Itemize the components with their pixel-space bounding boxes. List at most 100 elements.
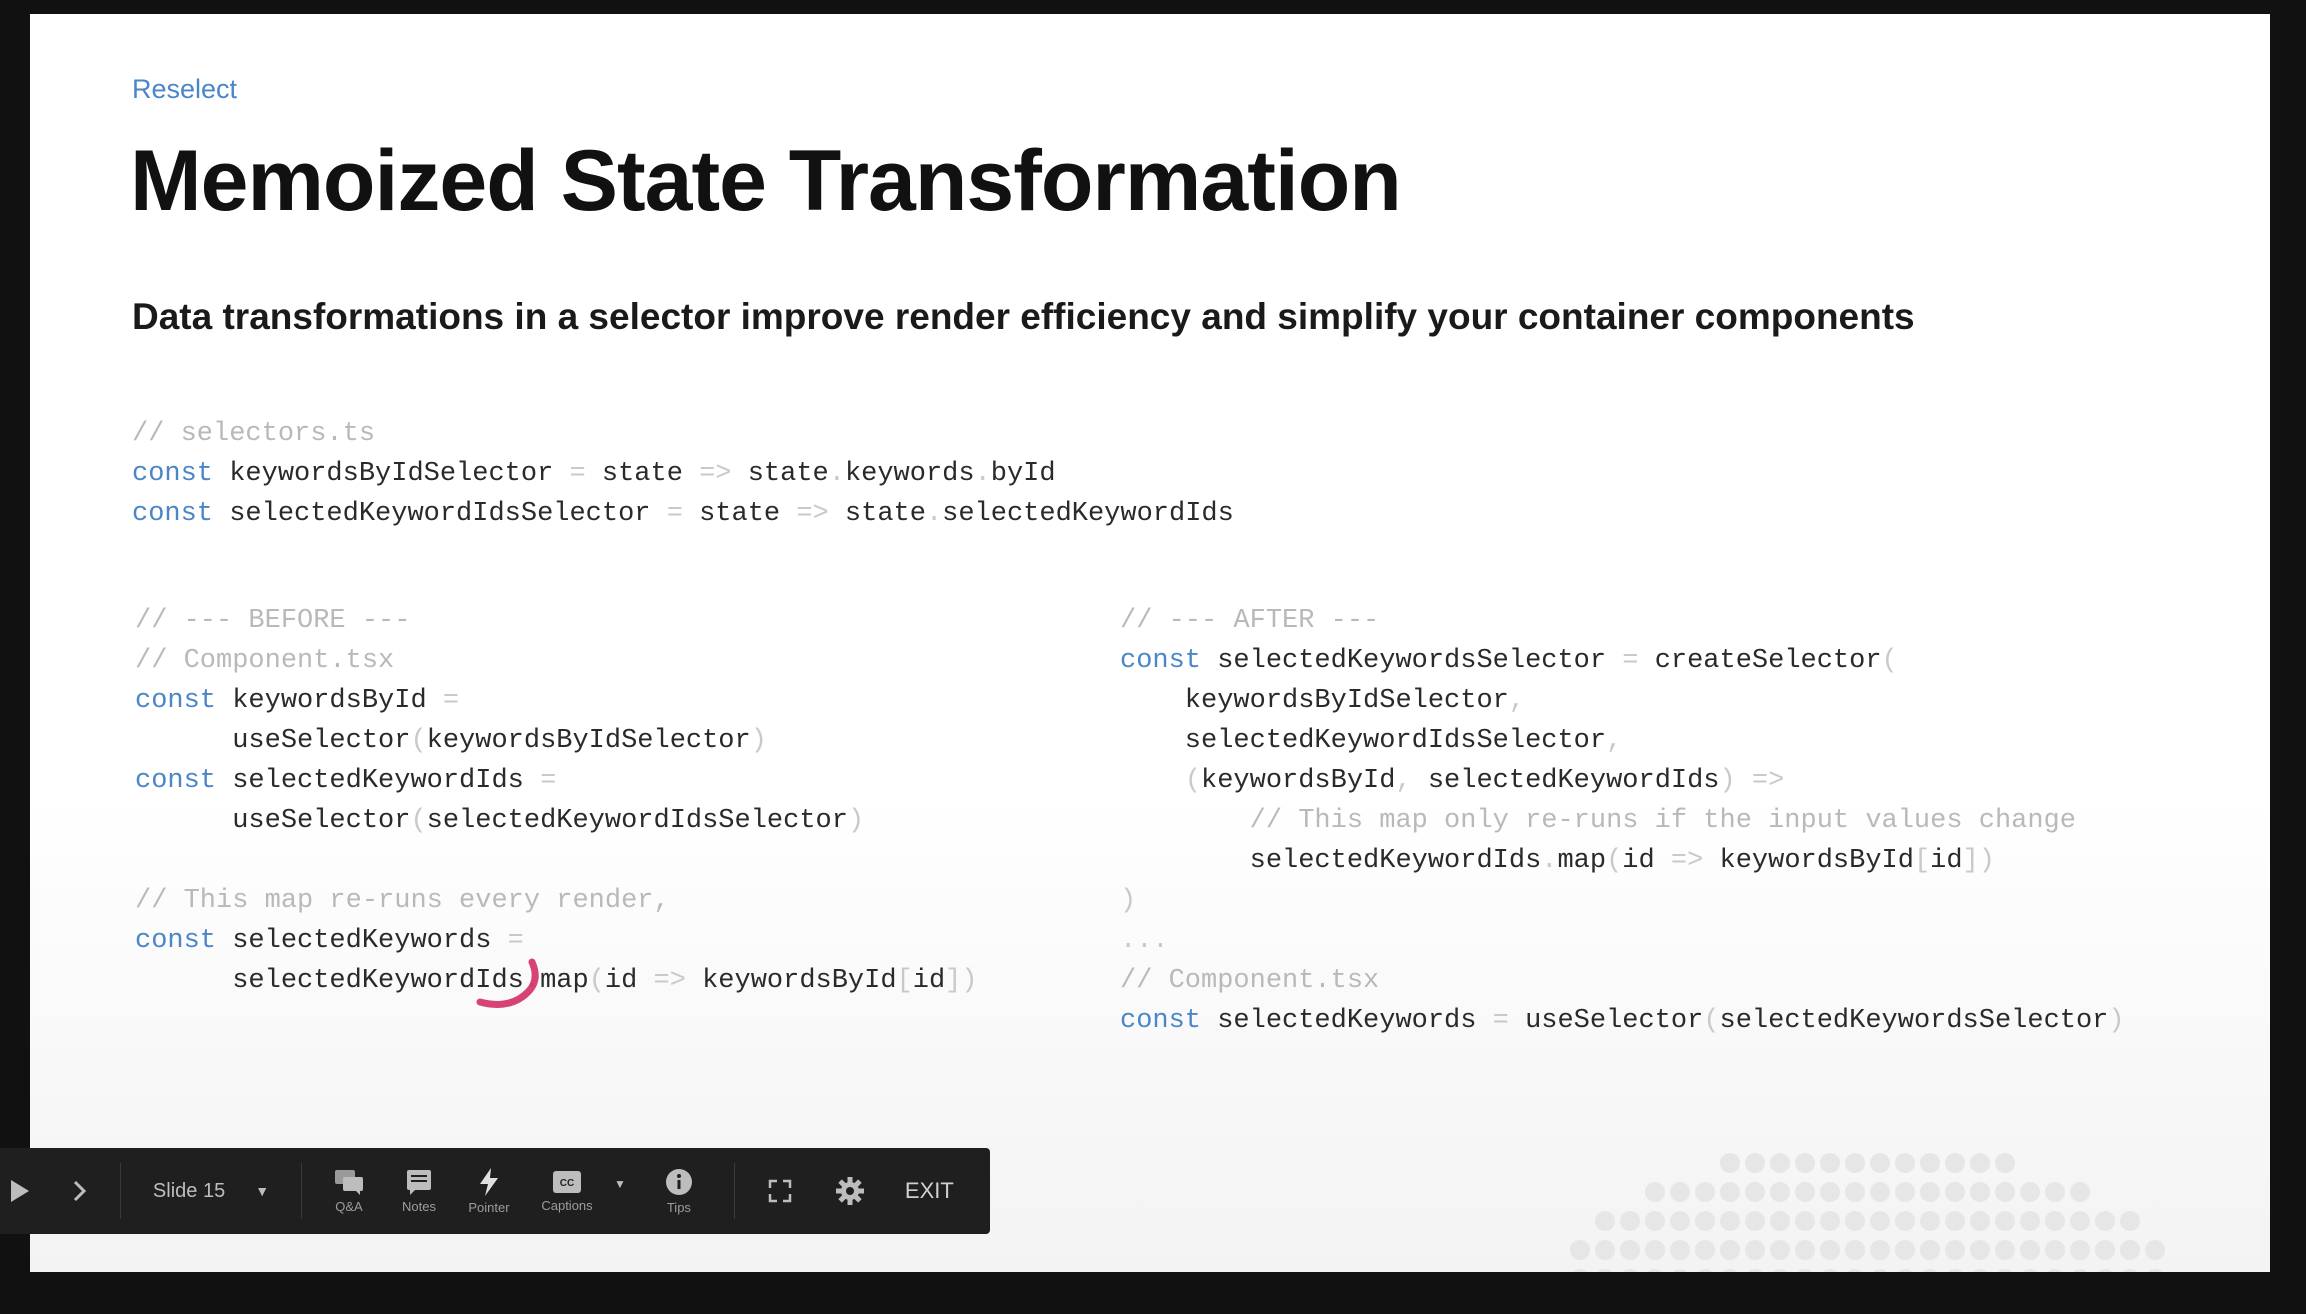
slide-subtitle: Data transformations in a selector impro… [132,296,1915,337]
chevron-right-icon [73,1180,87,1202]
code-token: , [1508,686,1526,716]
chevron-down-icon: ▼ [255,1183,270,1199]
code-token: const [1120,646,1202,676]
code-token: keywordsByIdSelector [426,726,751,756]
code-token: const [1120,1006,1202,1036]
code-line: useSelector(keywordsByIdSelector) [135,721,978,761]
code-token: keywordsById [1201,766,1396,796]
code-token: ( [1184,766,1202,796]
notes-button[interactable]: Notes [384,1148,454,1234]
code-token: // selectors.ts [132,419,376,449]
code-token: keywordsById [216,686,443,716]
play-button[interactable] [0,1148,40,1234]
code-token: ) [750,726,767,756]
settings-button[interactable] [815,1148,885,1234]
code-token: // --- BEFORE --- [135,606,411,636]
tips-button[interactable]: Tips [644,1148,714,1234]
captions-button[interactable]: CC Captions [524,1148,610,1234]
code-line: // --- AFTER --- [1120,601,2125,641]
code-token: => [1670,846,1704,876]
pointer-scribble [476,958,539,1008]
code-token: => [796,499,829,529]
slide-title: Memoized State Transformation [130,133,1402,229]
code-token: = [1492,1006,1509,1036]
code-line: const selectedKeywords = useSelector(sel… [1120,1001,2125,1041]
code-token: = [442,686,460,716]
chat-icon [335,1169,363,1195]
code-token: => [653,966,686,996]
code-line: // Component.tsx [1120,961,2125,1001]
code-token: ) [1719,766,1736,796]
qa-button[interactable]: Q&A [314,1148,384,1234]
captions-options-chevron-icon[interactable]: ▼ [614,1177,626,1191]
code-token: ... [1120,926,1169,956]
code-token: [ [1913,846,1931,876]
slide-selector[interactable]: Slide 15 ▼ [121,1148,301,1234]
code-line: keywordsByIdSelector, [1120,681,2125,721]
code-line: const keywordsByIdSelector = state => st… [132,454,1234,494]
code-token: [ [896,966,913,996]
code-token: byId [990,459,1056,489]
code-token: => [1735,766,1785,796]
code-token: ( [410,726,427,756]
code-token: ( [1881,646,1898,676]
exit-button[interactable]: EXIT [885,1148,974,1234]
code-token: selectedKeywordIds [135,966,524,996]
code-token: ( [410,806,427,836]
fullscreen-button[interactable] [745,1148,815,1234]
code-token: ( [1703,1006,1720,1036]
code-token: selectedKeywords [216,926,508,956]
code-token: id [604,966,654,996]
code-token: id [912,966,946,996]
code-token: , [1606,726,1623,756]
code-line: useSelector(selectedKeywordIdsSelector) [135,801,978,841]
fullscreen-icon [768,1179,792,1203]
code-token: // --- AFTER --- [1120,606,1380,636]
code-line: // This map re-runs every render, [135,881,978,921]
code-token: useSelector [1508,1006,1704,1036]
code-token: useSelector [135,806,411,836]
code-line: // --- BEFORE --- [135,601,978,641]
code-token: useSelector [135,726,411,756]
code-token: state [828,499,926,529]
pointer-button[interactable]: Pointer [454,1148,524,1234]
svg-text:CC: CC [560,1178,574,1189]
code-token: . [828,459,845,489]
code-token: const [132,499,214,529]
code-token: ( [1606,846,1623,876]
code-line: // Component.tsx [135,641,978,681]
code-token: const [132,459,214,489]
code-token: = [1622,646,1639,676]
code-token: id [1622,846,1671,876]
code-token: ) [847,806,865,836]
code-token: keywordsByIdSelector [213,459,570,489]
next-slide-button[interactable] [40,1148,120,1234]
code-token: id [1930,846,1963,876]
code-token: const [135,926,217,956]
code-line: const keywordsById = [135,681,978,721]
code-token: state [682,499,797,529]
code-block-after: // --- AFTER --- const selectedKeywordsSe… [1120,601,2125,1041]
code-token: = [540,766,557,796]
code-line: // This map only re-runs if the input va… [1120,801,2125,841]
tips-label: Tips [666,1199,691,1215]
slide: Reselect Memoized State Transformation D… [30,14,2270,1272]
code-token: map [1557,846,1607,876]
notes-label: Notes [402,1198,436,1214]
captions-label: Captions [541,1197,593,1213]
code-block-selectors: // selectors.ts const keywordsByIdSelecto… [132,414,1234,534]
gear-icon [835,1177,864,1205]
toolbar-divider [301,1163,302,1219]
code-token: ]) [945,966,978,996]
code-token: selectedKeywordIds [942,499,1234,529]
code-line: const selectedKeywordsSelector = createS… [1120,641,2125,681]
code-token: keywordsByIdSelector [1120,686,1509,716]
code-token: selectedKeywordsSelector [1719,1006,2109,1036]
code-token: , [1395,766,1412,796]
code-token: // Component.tsx [1120,966,1380,996]
code-token: createSelector [1638,646,1882,676]
code-token: state [731,459,829,489]
code-line: (keywordsById, selectedKeywordIds) => [1120,761,2125,801]
code-token: ) [1120,886,1137,916]
